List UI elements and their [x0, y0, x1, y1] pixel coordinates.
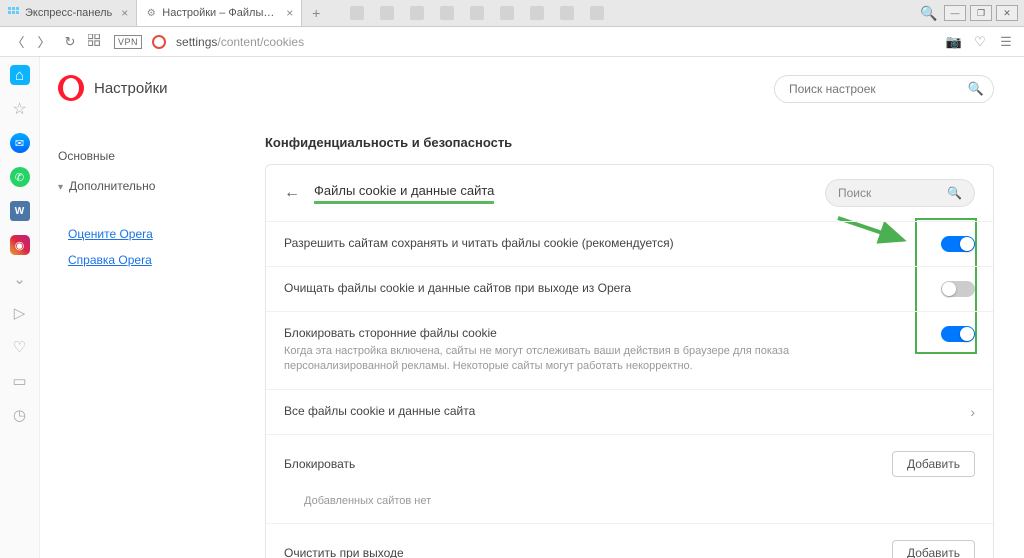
- clear-exit-section-title: Очистить при выходе: [284, 546, 404, 558]
- nav-advanced[interactable]: Дополнительно: [58, 171, 265, 201]
- tab-speed-dial[interactable]: Экспресс-панель ×: [0, 0, 137, 26]
- block-section-title: Блокировать: [284, 457, 355, 471]
- maximize-button[interactable]: ❐: [970, 5, 992, 21]
- row-title: Блокировать сторонние файлы cookie: [284, 326, 881, 340]
- close-icon[interactable]: ×: [286, 6, 293, 20]
- opera-icon: [152, 35, 166, 49]
- add-blocked-button[interactable]: Добавить: [892, 451, 975, 477]
- row-title: Очищать файлы cookie и данные сайтов при…: [284, 281, 881, 295]
- whatsapp-icon[interactable]: ✆: [10, 167, 30, 187]
- section-privacy-title: Конфиденциальность и безопасность: [265, 135, 994, 150]
- nav-rate-opera[interactable]: Оцените Opera: [58, 221, 265, 247]
- row-subtitle: Когда эта настройка включена, сайты не м…: [284, 344, 881, 375]
- block-empty-message: Добавленных сайтов нет: [284, 495, 975, 507]
- search-icon: 🔍: [968, 81, 984, 97]
- instagram-icon[interactable]: ◉: [10, 235, 30, 255]
- chevron-down-icon[interactable]: ⌄: [10, 269, 30, 289]
- vpn-badge[interactable]: VPN: [114, 35, 142, 49]
- toggle-clear-on-exit[interactable]: [941, 281, 975, 297]
- nav-basic[interactable]: Основные: [58, 141, 265, 171]
- block-section: Блокировать Добавить Добавленных сайтов …: [266, 434, 993, 523]
- search-icon[interactable]: 🔍: [918, 5, 940, 21]
- new-tab-button[interactable]: +: [302, 0, 330, 26]
- toggle-allow-cookies[interactable]: [941, 236, 975, 252]
- bookmarks-icon[interactable]: ☆: [10, 99, 30, 119]
- row-title: Все файлы cookie и данные сайта: [284, 404, 910, 418]
- heart-icon[interactable]: ♡: [972, 34, 988, 50]
- window-controls: 🔍 — ❐ ✕: [918, 0, 1024, 26]
- search-icon: 🔍: [947, 186, 962, 200]
- back-arrow-button[interactable]: ←: [284, 184, 300, 202]
- settings-header: Настройки: [58, 75, 265, 101]
- home-icon[interactable]: ⌂: [10, 65, 30, 85]
- cookies-card: ← Файлы cookie и данные сайта Поиск 🔍 Ра…: [265, 164, 994, 558]
- settings-content: 🔍 Конфиденциальность и безопасность ← Фа…: [265, 57, 1024, 558]
- add-clear-exit-button[interactable]: Добавить: [892, 540, 975, 558]
- vk-icon[interactable]: W: [10, 201, 30, 221]
- speed-dial-icon[interactable]: [88, 34, 104, 50]
- row-clear-on-exit[interactable]: Очищать файлы cookie и данные сайтов при…: [266, 266, 993, 311]
- forward-button[interactable]: 〉: [36, 34, 52, 50]
- tab-title: Экспресс-панель: [25, 7, 112, 19]
- settings-search: 🔍: [774, 75, 994, 103]
- nav-help-opera[interactable]: Справка Opera: [58, 247, 265, 273]
- snapshot-icon[interactable]: 📷: [946, 34, 962, 50]
- url-path: /content/cookies: [217, 35, 304, 49]
- card-title: Файлы cookie и данные сайта: [314, 183, 494, 204]
- messenger-icon[interactable]: ✉: [10, 133, 30, 153]
- settings-nav: Настройки Основные Дополнительно Оцените…: [40, 57, 265, 558]
- close-window-button[interactable]: ✕: [996, 5, 1018, 21]
- card-header: ← Файлы cookie и данные сайта Поиск 🔍: [266, 165, 993, 221]
- reload-button[interactable]: ↻: [62, 34, 78, 50]
- opera-logo-icon: [58, 75, 84, 101]
- row-block-third-party[interactable]: Блокировать сторонние файлы cookie Когда…: [266, 311, 993, 389]
- row-all-cookies[interactable]: Все файлы cookie и данные сайта ›: [266, 389, 993, 434]
- back-button[interactable]: 〈: [10, 34, 26, 50]
- tab-settings[interactable]: ⚙ Настройки – Файлы cook… ×: [137, 0, 302, 26]
- grid-icon: [8, 7, 20, 19]
- url-display[interactable]: settings/content/cookies: [176, 35, 304, 49]
- main: Настройки Основные Дополнительно Оцените…: [40, 57, 1024, 558]
- personal-news-icon[interactable]: ♡: [10, 337, 30, 357]
- settings-search-input[interactable]: [774, 75, 994, 103]
- row-allow-cookies[interactable]: Разрешить сайтам сохранять и читать файл…: [266, 221, 993, 266]
- titlebar: Экспресс-панель × ⚙ Настройки – Файлы co…: [0, 0, 1024, 27]
- settings-page-title: Настройки: [94, 80, 168, 97]
- easy-setup-icon[interactable]: ☰: [998, 34, 1014, 50]
- tab-title: Настройки – Файлы cook…: [162, 7, 277, 19]
- addressbar: 〈 〉 ↻ VPN settings/content/cookies 📷 ♡ ☰: [0, 27, 1024, 57]
- card-search-placeholder: Поиск: [838, 186, 871, 200]
- clear-on-exit-section: Очистить при выходе Добавить Добавленных…: [266, 523, 993, 558]
- url-origin: settings: [176, 35, 217, 49]
- send-icon[interactable]: ▷: [10, 303, 30, 323]
- minimize-button[interactable]: —: [944, 5, 966, 21]
- left-rail: ⌂ ☆ ✉ ✆ W ◉ ⌄ ▷ ♡ ▭ ◷: [0, 57, 40, 558]
- tab-extensions-area: [330, 0, 918, 26]
- gear-icon: ⚙: [145, 7, 157, 19]
- chevron-right-icon: ›: [970, 404, 975, 420]
- pinboards-icon[interactable]: ▭: [10, 371, 30, 391]
- card-search[interactable]: Поиск 🔍: [825, 179, 975, 207]
- close-icon[interactable]: ×: [121, 6, 128, 20]
- history-icon[interactable]: ◷: [10, 405, 30, 425]
- row-title: Разрешить сайтам сохранять и читать файл…: [284, 236, 881, 250]
- toggle-block-third-party[interactable]: [941, 326, 975, 342]
